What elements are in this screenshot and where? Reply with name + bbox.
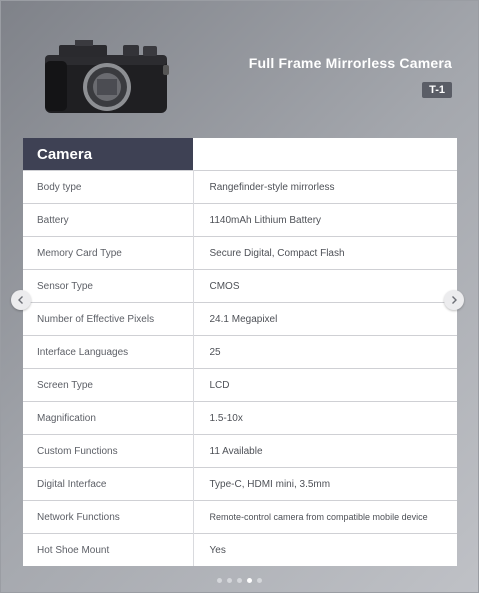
spec-name: Interface Languages	[23, 335, 194, 369]
table-row: Body type Rangefinder-style mirrorless	[23, 170, 457, 204]
spec-value: Rangefinder-style mirrorless	[193, 170, 457, 204]
spec-name: Battery	[23, 203, 194, 237]
product-title: Full Frame Mirrorless Camera	[248, 55, 452, 71]
table-row: Interface Languages 25	[23, 335, 457, 369]
spec-value: 1140mAh Lithium Battery	[193, 203, 457, 237]
table-header-blank	[193, 138, 457, 171]
spec-value: CMOS	[193, 269, 457, 303]
spec-table: Camera Body type Rangefinder-style mirro…	[23, 138, 457, 566]
table-row: Number of Effective Pixels 24.1 Megapixe…	[23, 302, 457, 336]
spec-name: Magnification	[23, 401, 194, 435]
pagination-dot[interactable]	[227, 578, 232, 583]
chevron-left-icon	[18, 296, 23, 304]
spec-value: Yes	[193, 533, 457, 566]
spec-name: Sensor Type	[23, 269, 194, 303]
pagination-dot[interactable]	[217, 578, 222, 583]
pagination-dot[interactable]	[237, 578, 242, 583]
model-badge: T-1	[422, 82, 452, 98]
spec-name: Digital Interface	[23, 467, 194, 501]
spec-value: Secure Digital, Compact Flash	[193, 236, 457, 270]
spec-value: LCD	[193, 368, 457, 402]
spec-value: 25	[193, 335, 457, 369]
pagination-dot[interactable]	[257, 578, 262, 583]
spec-name: Memory Card Type	[23, 236, 194, 270]
table-row: Battery 1140mAh Lithium Battery	[23, 203, 457, 237]
spec-value: Type-C, HDMI mini, 3.5mm	[193, 467, 457, 501]
table-row: Network Functions Remote-control camera …	[23, 500, 457, 534]
camera-image	[45, 40, 169, 113]
table-row: Sensor Type CMOS	[23, 269, 457, 303]
table-row: Hot Shoe Mount Yes	[23, 533, 457, 566]
table-row: Memory Card Type Secure Digital, Compact…	[23, 236, 457, 270]
table-header-row: Camera	[23, 138, 457, 171]
pagination-dots	[1, 578, 478, 583]
spec-value: Remote-control camera from compatible mo…	[193, 500, 457, 534]
spec-name: Screen Type	[23, 368, 194, 402]
previous-slide-button[interactable]	[11, 290, 31, 310]
spec-name: Custom Functions	[23, 434, 194, 468]
spec-name: Network Functions	[23, 500, 194, 534]
table-row: Screen Type LCD	[23, 368, 457, 402]
spec-name: Hot Shoe Mount	[23, 533, 194, 566]
chevron-right-icon	[452, 296, 457, 304]
product-spec-slide: Full Frame Mirrorless Camera T-1 Camera …	[0, 0, 479, 593]
spec-value: 11 Available	[193, 434, 457, 468]
table-row: Digital Interface Type-C, HDMI mini, 3.5…	[23, 467, 457, 501]
table-header-title: Camera	[23, 138, 193, 171]
spec-name: Body type	[23, 170, 194, 204]
spec-value: 1.5-10x	[193, 401, 457, 435]
pagination-dot-active[interactable]	[247, 578, 252, 583]
spec-name: Number of Effective Pixels	[23, 302, 194, 336]
table-row: Magnification 1.5-10x	[23, 401, 457, 435]
spec-value: 24.1 Megapixel	[193, 302, 457, 336]
next-slide-button[interactable]	[444, 290, 464, 310]
table-row: Custom Functions 11 Available	[23, 434, 457, 468]
